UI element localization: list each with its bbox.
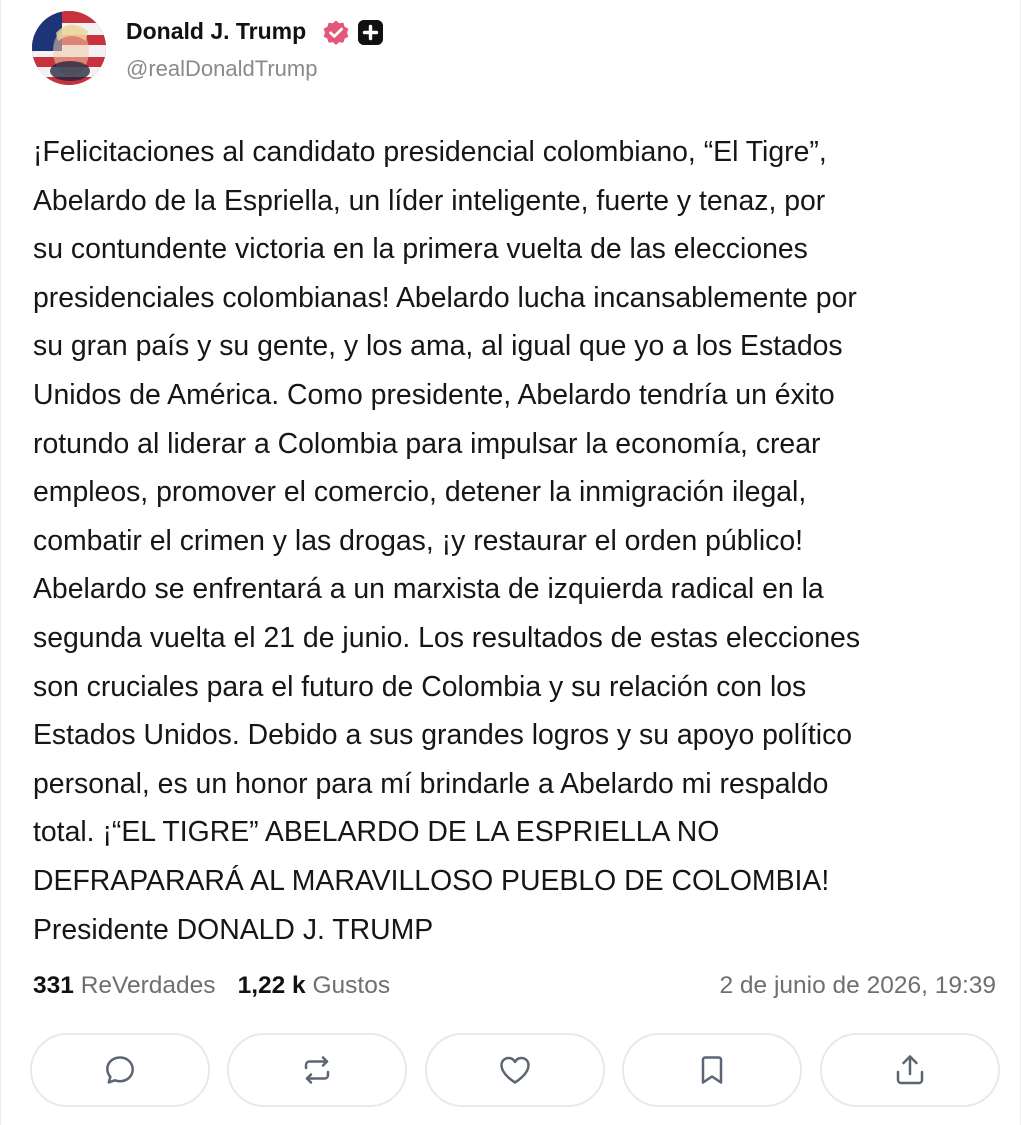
avatar-image xyxy=(32,11,106,85)
post-card: Donald J. Trump @realDonaldTrump ¡Felici… xyxy=(0,0,1021,1125)
like-icon xyxy=(500,1056,530,1084)
repost-icon xyxy=(304,1056,330,1084)
author-name[interactable]: Donald J. Trump xyxy=(126,15,306,47)
verified-badge-icon xyxy=(323,20,349,45)
reposts-label: ReVerdades xyxy=(80,972,216,999)
share-icon xyxy=(896,1055,924,1085)
like-button[interactable] xyxy=(425,1033,605,1107)
reply-icon xyxy=(106,1056,134,1084)
reposts-count: 331 xyxy=(33,972,74,999)
bookmark-icon xyxy=(701,1056,723,1084)
share-button[interactable] xyxy=(820,1033,1000,1107)
reply-button[interactable] xyxy=(30,1033,210,1107)
likes-label: Gustos xyxy=(312,972,391,999)
repost-button[interactable] xyxy=(227,1033,407,1107)
author-handle[interactable]: @realDonaldTrump xyxy=(126,54,317,84)
avatar[interactable] xyxy=(32,11,106,85)
post-stats: 331 ReVerdades 1,22 k Gustos xyxy=(33,966,390,1006)
reposts-stat[interactable]: 331 ReVerdades xyxy=(33,972,216,999)
post-text: ¡Felicitaciones al candidato presidencia… xyxy=(33,136,861,946)
bookmark-button[interactable] xyxy=(622,1033,802,1107)
plus-badge-icon xyxy=(358,20,383,45)
likes-count: 1,22 k xyxy=(237,972,306,999)
post-timestamp[interactable]: 2 de junio de 2026, 19:39 xyxy=(719,966,996,1006)
likes-stat[interactable]: 1,22 k Gustos xyxy=(238,972,391,999)
